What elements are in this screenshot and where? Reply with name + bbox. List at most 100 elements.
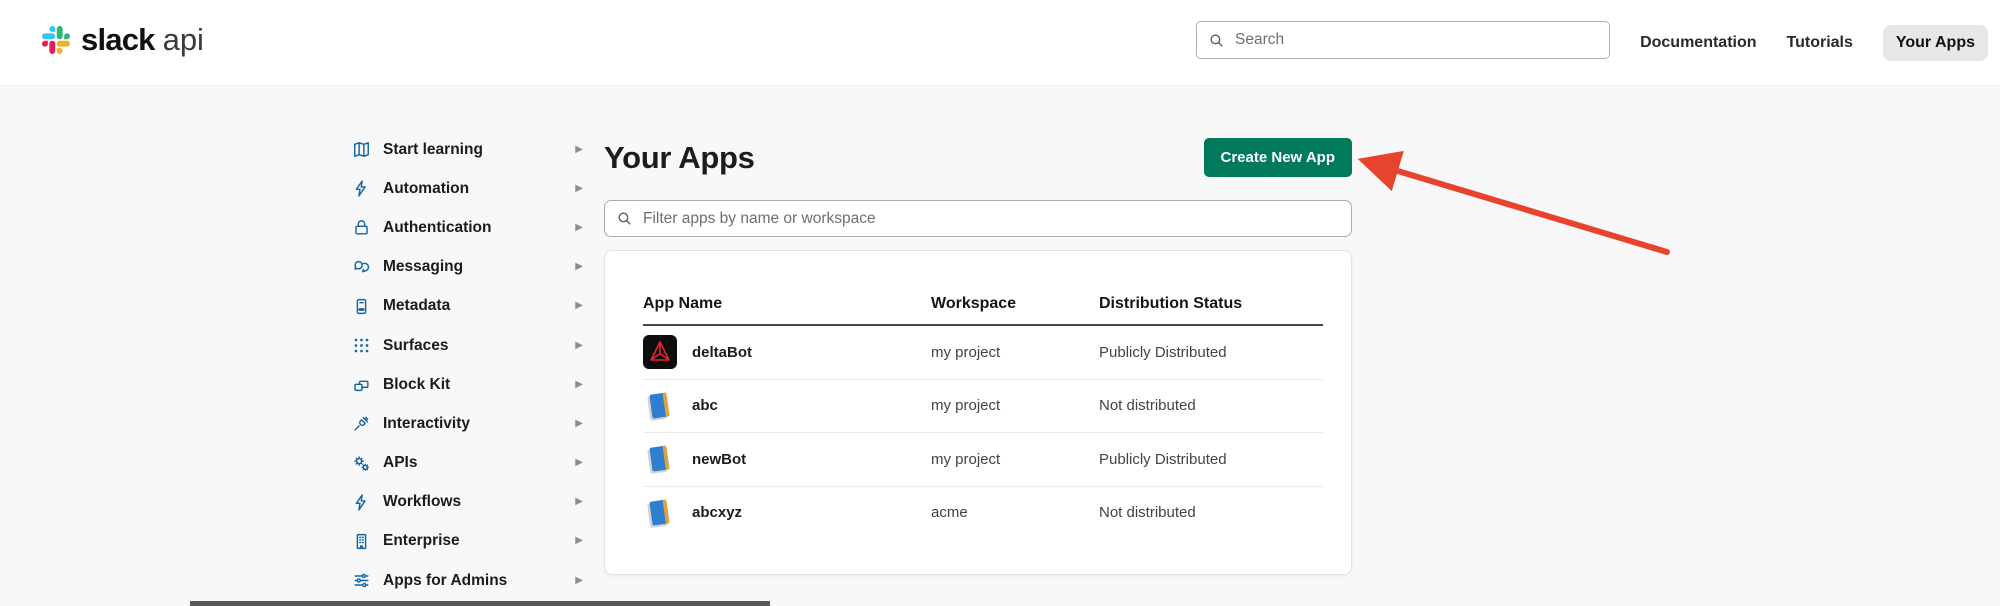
app-name-cell: newBot: [643, 442, 931, 476]
grid-dots-icon: [352, 336, 371, 355]
sidebar-item-label: Block Kit: [383, 376, 450, 394]
create-new-app-button[interactable]: Create New App: [1204, 138, 1352, 177]
nav-link-tutorials[interactable]: Tutorials: [1787, 34, 1853, 52]
sidebar-item-enterprise[interactable]: Enterprise ▶: [352, 522, 585, 561]
sidebar-item-surfaces[interactable]: Surfaces ▶: [352, 326, 585, 365]
lightning-icon: [352, 179, 371, 198]
distribution-status-cell: Publicly Distributed: [1099, 344, 1323, 361]
top-header: slack api Documentation Tutorials Your App…: [0, 0, 2000, 86]
logo-brand-text: slack: [81, 22, 155, 58]
app-name: abcxyz: [692, 504, 742, 521]
sidebar-item-label: Surfaces: [383, 337, 448, 355]
chat-bubbles-icon: [352, 258, 371, 277]
default-app-icon: [643, 389, 677, 423]
workspace-cell: my project: [931, 451, 1099, 468]
workspace-cell: my project: [931, 397, 1099, 414]
app-name-cell: deltaBot: [643, 335, 931, 369]
app-name: newBot: [692, 451, 746, 468]
sidebar-item-metadata[interactable]: Metadata ▶: [352, 287, 585, 326]
nav-link-your-apps[interactable]: Your Apps: [1883, 25, 1988, 61]
sidebar-item-label: APIs: [383, 454, 417, 472]
filter-apps-input[interactable]: [641, 209, 1340, 229]
map-icon: [352, 140, 371, 159]
column-header-app-name: App Name: [643, 295, 931, 324]
page-title: Your Apps: [604, 140, 755, 176]
distribution-status-cell: Publicly Distributed: [1099, 451, 1323, 468]
search-icon: [616, 210, 633, 227]
sidebar-item-label: Start learning: [383, 141, 483, 159]
column-header-distribution-status: Distribution Status: [1099, 295, 1323, 324]
column-header-workspace: Workspace: [931, 295, 1099, 324]
deltabot-app-icon: [643, 335, 677, 369]
default-app-icon: [643, 442, 677, 476]
sidebar-item-label: Apps for Admins: [383, 572, 507, 590]
title-row: Your Apps Create New App: [604, 138, 1352, 177]
building-icon: [352, 532, 371, 551]
page: slack api Documentation Tutorials Your App…: [0, 0, 2000, 606]
filter-apps-box[interactable]: [604, 200, 1352, 237]
table-row[interactable]: deltaBot my projectPublicly Distributed: [643, 326, 1323, 380]
sidebar-item-authentication[interactable]: Authentication ▶: [352, 208, 585, 247]
table-row[interactable]: abcxyz acmeNot distributed: [643, 487, 1323, 540]
sidebar-item-label: Authentication: [383, 219, 492, 237]
lightning-icon: [352, 493, 371, 512]
global-search-box[interactable]: [1196, 21, 1610, 59]
apps-table-card: App NameWorkspaceDistribution Status del…: [604, 250, 1352, 575]
app-name: abc: [692, 397, 718, 414]
distribution-status-cell: Not distributed: [1099, 397, 1323, 414]
plug-icon: [352, 414, 371, 433]
chevron-right-icon: ▶: [575, 380, 585, 390]
sidebar-item-workflows[interactable]: Workflows ▶: [352, 483, 585, 522]
sidebar-item-label: Automation: [383, 180, 469, 198]
search-input[interactable]: [1233, 30, 1598, 50]
chevron-right-icon: ▶: [575, 223, 585, 233]
chevron-right-icon: ▶: [575, 458, 585, 468]
sidebar-item-automation[interactable]: Automation ▶: [352, 169, 585, 208]
workspace-cell: acme: [931, 504, 1099, 521]
top-navigation: Documentation Tutorials Your Apps: [1640, 0, 1988, 86]
chevron-right-icon: ▶: [575, 576, 585, 586]
apps-table-header: App NameWorkspaceDistribution Status: [643, 251, 1323, 326]
chevron-right-icon: ▶: [575, 497, 585, 507]
lock-icon: [352, 218, 371, 237]
sidebar-item-apis[interactable]: APIs ▶: [352, 444, 585, 483]
sidebar-item-messaging[interactable]: Messaging ▶: [352, 248, 585, 287]
chevron-right-icon: ▶: [575, 262, 585, 272]
sidebar-item-start-learning[interactable]: Start learning ▶: [352, 130, 585, 169]
sliders-icon: [352, 571, 371, 590]
slack-api-logo[interactable]: slack api: [42, 22, 204, 58]
blocks-icon: [352, 375, 371, 394]
app-name-cell: abcxyz: [643, 496, 931, 530]
sidebar-item-apps-for-admins[interactable]: Apps for Admins ▶: [352, 561, 585, 600]
chevron-right-icon: ▶: [575, 145, 585, 155]
docs-sidebar: Start learning▶Automation▶Authentication…: [352, 130, 585, 600]
logo-suffix-text: api: [163, 22, 204, 58]
distribution-status-cell: Not distributed: [1099, 504, 1323, 521]
table-row[interactable]: abc my projectNot distributed: [643, 380, 1323, 434]
sidebar-item-interactivity[interactable]: Interactivity ▶: [352, 404, 585, 443]
workspace-cell: my project: [931, 344, 1099, 361]
sidebar-item-label: Enterprise: [383, 532, 460, 550]
slack-logo-icon: [42, 26, 70, 54]
tag-icon: [352, 297, 371, 316]
sidebar-item-label: Interactivity: [383, 415, 470, 433]
table-row[interactable]: newBot my projectPublicly Distributed: [643, 433, 1323, 487]
gears-icon: [352, 454, 371, 473]
sidebar-item-label: Workflows: [383, 493, 461, 511]
sidebar-item-label: Metadata: [383, 297, 450, 315]
sidebar-item-block-kit[interactable]: Block Kit ▶: [352, 365, 585, 404]
bottom-edge-bar: [190, 601, 770, 606]
chevron-right-icon: ▶: [575, 301, 585, 311]
chevron-right-icon: ▶: [575, 184, 585, 194]
default-app-icon: [643, 496, 677, 530]
apps-table-body: deltaBotmy projectPublicly Distributedab…: [605, 326, 1351, 539]
chevron-right-icon: ▶: [575, 419, 585, 429]
app-name: deltaBot: [692, 344, 752, 361]
nav-link-documentation[interactable]: Documentation: [1640, 34, 1756, 52]
search-icon: [1208, 32, 1225, 49]
app-name-cell: abc: [643, 389, 931, 423]
annotation-arrow: [1330, 142, 1690, 267]
chevron-right-icon: ▶: [575, 536, 585, 546]
sidebar-item-label: Messaging: [383, 258, 463, 276]
chevron-right-icon: ▶: [575, 341, 585, 351]
